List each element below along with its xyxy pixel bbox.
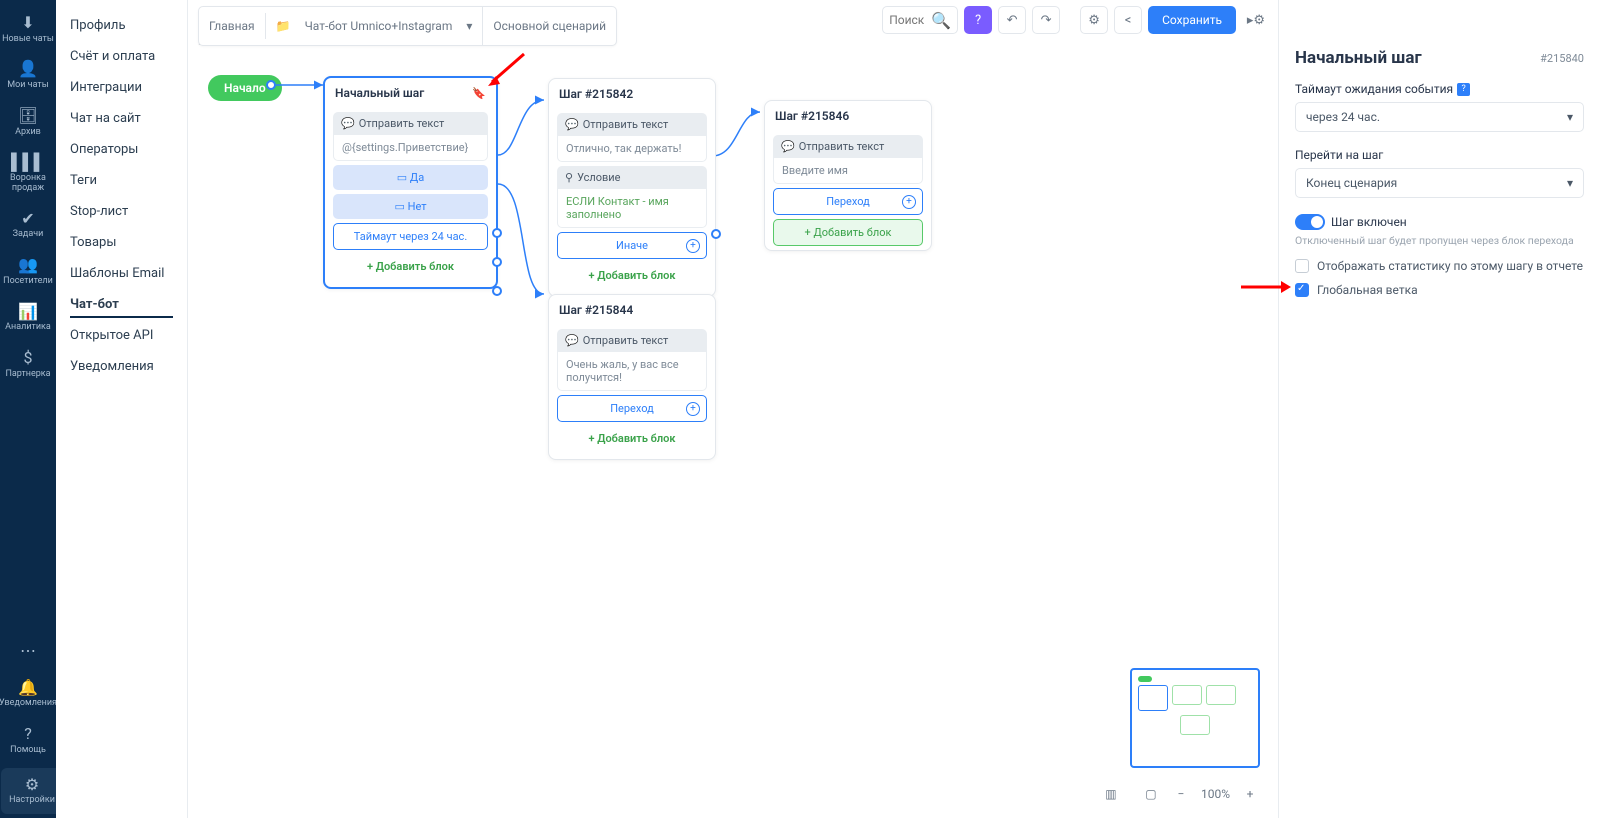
bookmark-icon[interactable]: 🔖 [472, 87, 486, 100]
step-enabled-toggle[interactable] [1295, 214, 1325, 230]
send-text-body: Отлично, так держать! [557, 136, 707, 162]
goto-pill[interactable]: Переход+ [773, 188, 923, 215]
menu-item[interactable]: Чат-бот [56, 289, 187, 320]
canvas-toolbar: 🔍 ? ↶ ↷ ⚙ < Сохранить ▸⚙ [882, 6, 1270, 34]
node-title: Начальный шаг [335, 86, 424, 100]
add-block-button[interactable]: + Добавить блок [557, 263, 707, 288]
node-initial-step[interactable]: Начальный шаг 🔖 💬Отправить текст @{settin… [323, 76, 498, 289]
menu-item[interactable]: Уведомления [56, 351, 187, 382]
step-enabled-hint: Отключенный шаг будет пропущен через бло… [1295, 234, 1584, 247]
send-text-body: @{settings.Приветствие} [333, 135, 488, 161]
bot-canvas[interactable]: Главная 📁 Чат-бот Umnico+Instagram ▾ Осн… [188, 0, 1278, 818]
redo-button[interactable]: ↷ [1032, 6, 1060, 34]
else-pill[interactable]: Иначе+ [557, 232, 707, 259]
zoom-in-button[interactable]: + [1240, 784, 1260, 804]
rail-item[interactable]: ▌▌▌Воронка продаж [0, 145, 56, 201]
step-id: #215840 [1540, 52, 1584, 65]
goto-select[interactable]: Конец сценария▾ [1295, 168, 1584, 198]
chevron-down-icon: ▾ [1567, 110, 1573, 124]
help-button[interactable]: ? [964, 6, 992, 34]
rail-item[interactable]: $Партнерка [0, 341, 56, 387]
stats-checkbox[interactable]: Отображать статистику по этому шагу в от… [1295, 259, 1584, 273]
node-215842[interactable]: Шаг #215842 💬Отправить текст Отлично, та… [548, 78, 716, 297]
rail-item[interactable]: 🔔Уведомления [0, 671, 59, 717]
rail-item[interactable]: 🗄Архив [0, 99, 56, 145]
send-text-block[interactable]: 💬Отправить текст [333, 112, 488, 135]
undo-button[interactable]: ↶ [998, 6, 1026, 34]
timeout-select[interactable]: через 24 час.▾ [1295, 102, 1584, 132]
search-box[interactable]: 🔍 [882, 6, 958, 34]
panel-title: Начальный шаг [1295, 48, 1422, 68]
save-button[interactable]: Сохранить [1148, 6, 1236, 34]
menu-item[interactable]: Stop-лист [56, 196, 187, 227]
rail-item[interactable]: ⋯ [0, 634, 59, 671]
menu-item[interactable]: Теги [56, 165, 187, 196]
search-icon: 🔍 [931, 11, 951, 30]
node-title: Шаг #215844 [559, 303, 633, 317]
chevron-down-icon: ▾ [1567, 176, 1573, 190]
rail-item[interactable]: 📊Аналитика [0, 295, 56, 341]
timeout-label: Таймаут ожидания события? [1295, 82, 1584, 96]
send-text-block[interactable]: 💬Отправить текст [773, 135, 923, 158]
node-215846[interactable]: Шаг #215846 💬Отправить текст Введите имя… [764, 100, 932, 251]
step-properties-panel: Начальный шаг #215840 Таймаут ожидания со… [1278, 0, 1600, 818]
layout-toggle[interactable]: ▥ [1101, 784, 1121, 804]
zoom-level: 100% [1201, 787, 1230, 801]
step-enabled-label: Шаг включен [1331, 215, 1407, 229]
breadcrumb: Главная 📁 Чат-бот Umnico+Instagram ▾ Осн… [198, 6, 617, 46]
fit-button[interactable]: ▢ [1141, 784, 1161, 804]
condition-body: ЕСЛИ Контакт - имя заполнено [557, 189, 707, 228]
menu-item[interactable]: Операторы [56, 134, 187, 165]
rail-item[interactable]: 👤Мои чаты [0, 52, 56, 98]
node-215844[interactable]: Шаг #215844 💬Отправить текст Очень жаль,… [548, 294, 716, 460]
node-title: Шаг #215846 [775, 109, 849, 123]
menu-item[interactable]: Чат на сайт [56, 103, 187, 134]
send-text-body: Введите имя [773, 158, 923, 184]
breadcrumb-folder[interactable]: 📁 Чат-бот Umnico+Instagram ▾ [266, 7, 484, 45]
menu-item[interactable]: Счёт и оплата [56, 41, 187, 72]
node-title: Шаг #215842 [559, 87, 633, 101]
rail-item[interactable]: ⬇Новые чаты [0, 6, 56, 52]
breadcrumb-scenario[interactable]: Основной сценарий [483, 13, 616, 39]
send-text-block[interactable]: 💬Отправить текст [557, 329, 707, 352]
share-button[interactable]: < [1114, 6, 1142, 34]
zoom-controls: ▥ ▢ − 100% + [1101, 784, 1260, 804]
condition-block[interactable]: ⚲ Условие [557, 166, 707, 189]
button-no[interactable]: ▭ Нет [333, 194, 488, 219]
breadcrumb-home[interactable]: Главная [199, 13, 266, 39]
rail-item[interactable]: ✔Задачи [0, 202, 56, 248]
settings-menu: ПрофильСчёт и оплатаИнтеграцииЧат на сай… [56, 0, 188, 818]
goto-label: Перейти на шаг [1295, 148, 1584, 162]
goto-pill[interactable]: Переход+ [557, 395, 707, 422]
menu-item[interactable]: Товары [56, 227, 187, 258]
settings-button[interactable]: ⚙ [1080, 6, 1108, 34]
send-text-body: Очень жаль, у вас все получится! [557, 352, 707, 391]
send-text-block[interactable]: 💬Отправить текст [557, 113, 707, 136]
minimap[interactable] [1130, 668, 1260, 768]
rail-item[interactable]: 👥Посетители [0, 248, 56, 294]
global-branch-checkbox[interactable]: Глобальная ветка [1295, 283, 1584, 297]
add-block-button[interactable]: + Добавить блок [333, 254, 488, 279]
menu-item[interactable]: Интеграции [56, 72, 187, 103]
timeout-pill[interactable]: Таймаут через 24 час. [333, 223, 488, 250]
menu-item[interactable]: Профиль [56, 10, 187, 41]
more-button[interactable]: ▸⚙ [1242, 6, 1270, 34]
help-icon[interactable]: ? [1457, 83, 1470, 96]
menu-item[interactable]: Шаблоны Email [56, 258, 187, 289]
menu-item[interactable]: Открытое API [56, 320, 187, 351]
rail-item[interactable]: ?Помощь [0, 717, 59, 763]
rail-item[interactable]: ⚙Настройки [1, 768, 63, 814]
search-input[interactable] [889, 13, 931, 27]
left-rail: ⬇Новые чаты👤Мои чаты🗄Архив▌▌▌Воронка про… [0, 0, 56, 818]
add-block-button[interactable]: + Добавить блок [557, 426, 707, 451]
add-block-button[interactable]: + Добавить блок [773, 219, 923, 246]
button-yes[interactable]: ▭ Да [333, 165, 488, 190]
zoom-out-button[interactable]: − [1171, 784, 1191, 804]
